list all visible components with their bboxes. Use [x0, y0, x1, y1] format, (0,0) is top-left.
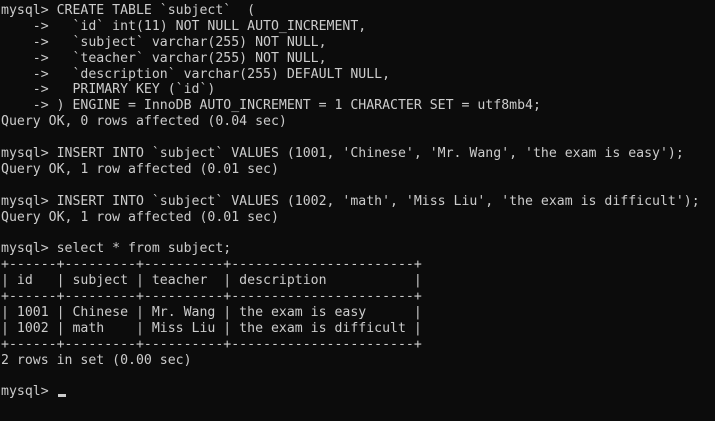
terminal-line: -> `description` varchar(255) DEFAULT NU… [1, 66, 391, 82]
input-prompt-line[interactable]: mysql> [1, 384, 715, 400]
terminal-line: mysql> INSERT INTO `subject` VALUES (100… [1, 193, 700, 209]
table-row: | 1001 | Chinese | Mr. Wang | the exam i… [1, 304, 422, 320]
terminal-line: mysql> select * from subject; [1, 241, 232, 257]
query-result-line: Query OK, 0 rows affected (0.04 sec) [1, 114, 287, 130]
query-result-line: Query OK, 1 row affected (0.01 sec) [1, 161, 279, 177]
prompt-label: mysql> [1, 384, 57, 400]
terminal-line: -> `teacher` varchar(255) NOT NULL, [1, 50, 327, 66]
table-border: +------+---------+----------+-----------… [1, 289, 422, 305]
terminal-line: -> `subject` varchar(255) NOT NULL, [1, 34, 327, 50]
table-header-row: | id | subject | teacher | description | [1, 273, 422, 289]
terminal-line: -> ) ENGINE = InnoDB AUTO_INCREMENT = 1 … [1, 98, 541, 114]
table-border: +------+---------+----------+-----------… [1, 336, 422, 352]
terminal-window[interactable]: mysql> CREATE TABLE `subject` ( -> `id` … [0, 0, 715, 421]
terminal-line: mysql> CREATE TABLE `subject` ( [1, 3, 256, 18]
terminal-line: -> `id` int(11) NOT NULL AUTO_INCREMENT, [1, 18, 367, 34]
query-result-line: 2 rows in set (0.00 sec) [1, 352, 192, 368]
query-result-line: Query OK, 1 row affected (0.01 sec) [1, 209, 279, 225]
cursor-icon [57, 394, 66, 398]
terminal-line: -> PRIMARY KEY (`id`) [1, 82, 216, 98]
terminal-line: mysql> INSERT INTO `subject` VALUES (100… [1, 146, 684, 162]
table-row: | 1002 | math | Miss Liu | the exam is d… [1, 320, 422, 336]
table-border: +------+---------+----------+-----------… [1, 257, 422, 273]
